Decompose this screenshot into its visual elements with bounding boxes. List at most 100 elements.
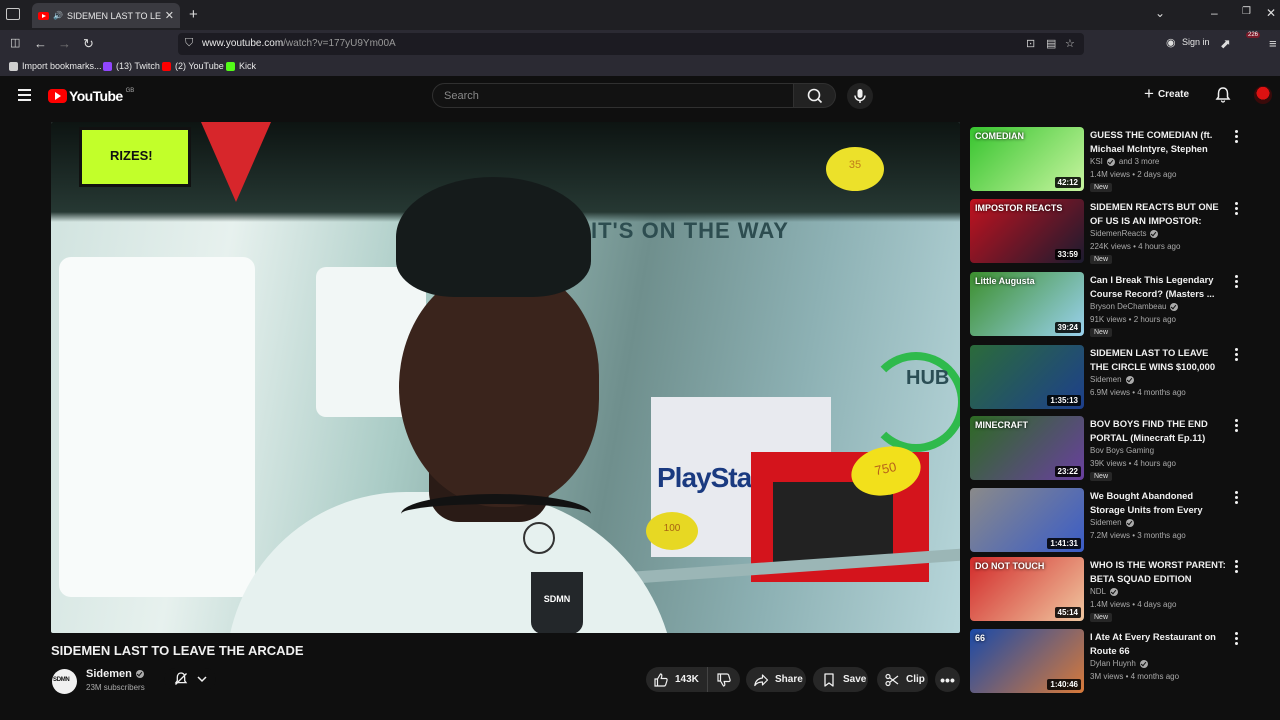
search-box[interactable] (432, 83, 794, 108)
notifications-bell-icon[interactable] (1214, 86, 1232, 104)
bookmark-label: Import bookmarks... (22, 61, 102, 71)
bookmark-import[interactable]: Import bookmarks... (9, 61, 102, 71)
account-avatar[interactable] (1254, 86, 1272, 104)
recommendation-item[interactable]: Little Augusta 39:24 Can I Break This Lege… (970, 272, 1250, 338)
clip-button[interactable]: Clip (877, 667, 928, 692)
tab-list-chevron-icon[interactable]: ⌄ (1155, 6, 1165, 20)
close-window-icon[interactable]: ✕ (1266, 6, 1276, 20)
recommendation-item[interactable]: 1:35:13 SIDEMEN LAST TO LEAVE THE CIRCLE … (970, 345, 1250, 411)
back-icon[interactable]: ← (34, 36, 47, 51)
recommendation-channel[interactable]: Dylan Huynh (1090, 659, 1148, 668)
channel-name-text: NDL (1090, 587, 1107, 596)
recommendation-item[interactable]: 66 1:40:46 I Ate At Every Restaurant on Ro… (970, 629, 1250, 695)
recommendation-channel[interactable]: SidemenReacts (1090, 229, 1159, 238)
dislike-button[interactable] (708, 667, 738, 692)
recommendation-title[interactable]: I Ate At Every Restaurant on Route 66 (1090, 630, 1226, 657)
channel-avatar[interactable] (52, 669, 77, 694)
search-icon (807, 88, 823, 104)
clip-label: Clip (906, 674, 925, 685)
speaker-icon[interactable]: 🔊 (53, 11, 63, 20)
video-thumbnail[interactable]: IMPOSTOR REACTS 33:59 (970, 199, 1084, 263)
recommendation-channel[interactable]: Sidemen (1090, 518, 1134, 527)
bookmark-youtube[interactable]: (2) YouTube (162, 61, 224, 71)
video-duration: 1:41:31 (1047, 538, 1081, 549)
video-player[interactable]: RIZES! IT'S ON THE WAY 35 HUB PlaySta 75… (51, 122, 960, 633)
maximize-icon[interactable]: ❐ (1242, 6, 1251, 17)
more-vertical-icon[interactable] (1235, 130, 1238, 145)
more-vertical-icon[interactable] (1235, 419, 1238, 434)
tab-youtube[interactable]: 🔊 SIDEMEN LAST TO LEAVE T ✕ (32, 3, 180, 28)
translate-icon[interactable]: ⊡ (1026, 37, 1035, 50)
video-thumbnail[interactable]: 66 1:40:46 (970, 629, 1084, 693)
more-horizontal-icon: ••• (940, 671, 955, 688)
reader-icon[interactable]: ▤ (1046, 37, 1056, 50)
more-vertical-icon[interactable] (1235, 275, 1238, 290)
share-icon (754, 673, 769, 686)
recommendation-channel[interactable]: Sidemen (1090, 375, 1134, 384)
recommendation-item[interactable]: DO NOT TOUCH 45:14 WHO IS THE WORST PARENT… (970, 557, 1250, 623)
account-icon[interactable]: ◉ (1166, 36, 1176, 49)
notification-settings-button[interactable] (164, 668, 216, 690)
recommendation-channel[interactable]: KSI and 3 more (1090, 157, 1159, 166)
recommendation-title[interactable]: WHO IS THE WORST PARENT: BETA SQUAD EDIT… (1090, 558, 1226, 585)
save-button[interactable]: Save (813, 667, 868, 692)
minimize-icon[interactable]: – (1211, 6, 1218, 20)
sidebar-toggle-icon[interactable]: ◫ (10, 36, 20, 49)
recommendation-title[interactable]: We Bought Abandoned Storage Units from E… (1090, 489, 1226, 516)
more-vertical-icon[interactable] (1235, 632, 1238, 647)
forward-icon[interactable]: → (58, 36, 71, 51)
recommendation-item[interactable]: IMPOSTOR REACTS 33:59 SIDEMEN REACTS BUT O… (970, 199, 1250, 265)
video-thumbnail[interactable]: MINECRAFT 23:22 (970, 416, 1084, 480)
close-tab-icon[interactable]: ✕ (165, 9, 174, 22)
channel-name-text: KSI (1090, 157, 1103, 166)
video-thumbnail[interactable]: COMEDIAN 42:12 (970, 127, 1084, 191)
video-thumbnail[interactable]: DO NOT TOUCH 45:14 (970, 557, 1084, 621)
recommendation-item[interactable]: COMEDIAN 42:12 GUESS THE COMEDIAN (ft. Mic… (970, 127, 1250, 193)
recommendation-item[interactable]: 1:41:31 We Bought Abandoned Storage Units… (970, 488, 1250, 554)
new-badge: New (1090, 472, 1113, 481)
url-text[interactable]: www.youtube.com/watch?v=177yU9Ym00A (202, 38, 396, 49)
recommendation-channel[interactable]: Bov Boys Gaming (1090, 446, 1154, 455)
recommendation-channel[interactable]: NDL (1090, 587, 1119, 596)
video-thumbnail[interactable]: 1:35:13 (970, 345, 1084, 409)
recommendation-title[interactable]: GUESS THE COMEDIAN (ft. Michael McIntyre… (1090, 128, 1226, 155)
voice-search-button[interactable] (847, 83, 873, 109)
channel-name-text: SidemenReacts (1090, 229, 1147, 238)
channel-name[interactable]: Sidemen (86, 668, 144, 680)
search-input[interactable] (433, 84, 793, 107)
reload-icon[interactable]: ↻ (83, 36, 94, 52)
recommendation-title[interactable]: BOV BOYS FIND THE END PORTAL (Minecraft … (1090, 417, 1226, 444)
recommendation-title[interactable]: SIDEMEN REACTS BUT ONE OF US IS AN IMPOS… (1090, 200, 1226, 227)
signin-button[interactable]: Sign in (1182, 37, 1210, 47)
more-vertical-icon[interactable] (1235, 560, 1238, 575)
new-badge: New (1090, 255, 1113, 264)
tab-overview-icon[interactable] (6, 8, 20, 20)
like-button[interactable]: 143K (646, 667, 708, 692)
recommendation-meta: 39K views • 4 hours ago (1090, 459, 1176, 468)
share-button[interactable]: Share (746, 667, 806, 692)
video-thumbnail[interactable]: Little Augusta 39:24 (970, 272, 1084, 336)
address-bar[interactable]: ⛉ www.youtube.com/watch?v=177yU9Ym00A ⊡ … (178, 33, 1084, 55)
thumbs-down-icon (717, 672, 731, 687)
more-actions-button[interactable]: ••• (935, 667, 960, 692)
new-tab-icon[interactable]: + (189, 6, 198, 23)
video-thumbnail[interactable]: 1:41:31 (970, 488, 1084, 552)
youtube-logo[interactable]: YouTube GB (48, 88, 134, 104)
verified-icon (1125, 375, 1134, 384)
recommendation-item[interactable]: MINECRAFT 23:22 BOV BOYS FIND THE END PORT… (970, 416, 1250, 482)
menu-icon[interactable]: ≡ (1269, 36, 1277, 51)
bookmark-twitch[interactable]: (13) Twitch (103, 61, 160, 71)
guide-menu-icon[interactable] (18, 89, 31, 104)
search-button[interactable] (794, 83, 836, 108)
more-vertical-icon[interactable] (1235, 348, 1238, 363)
recommendation-title[interactable]: Can I Break This Legendary Course Record… (1090, 273, 1226, 300)
recommendation-title[interactable]: SIDEMEN LAST TO LEAVE THE CIRCLE WINS $1… (1090, 346, 1226, 373)
extensions-icon[interactable]: ⬈ (1220, 36, 1231, 52)
create-button[interactable]: + Create (1144, 85, 1189, 102)
bookmark-kick[interactable]: Kick (226, 61, 256, 71)
more-vertical-icon[interactable] (1235, 202, 1238, 217)
bookmark-star-icon[interactable]: ☆ (1065, 37, 1075, 50)
recommendation-channel[interactable]: Bryson DeChambeau (1090, 302, 1179, 311)
more-vertical-icon[interactable] (1235, 491, 1238, 506)
site-info-icon[interactable]: ⛉ (185, 37, 193, 50)
